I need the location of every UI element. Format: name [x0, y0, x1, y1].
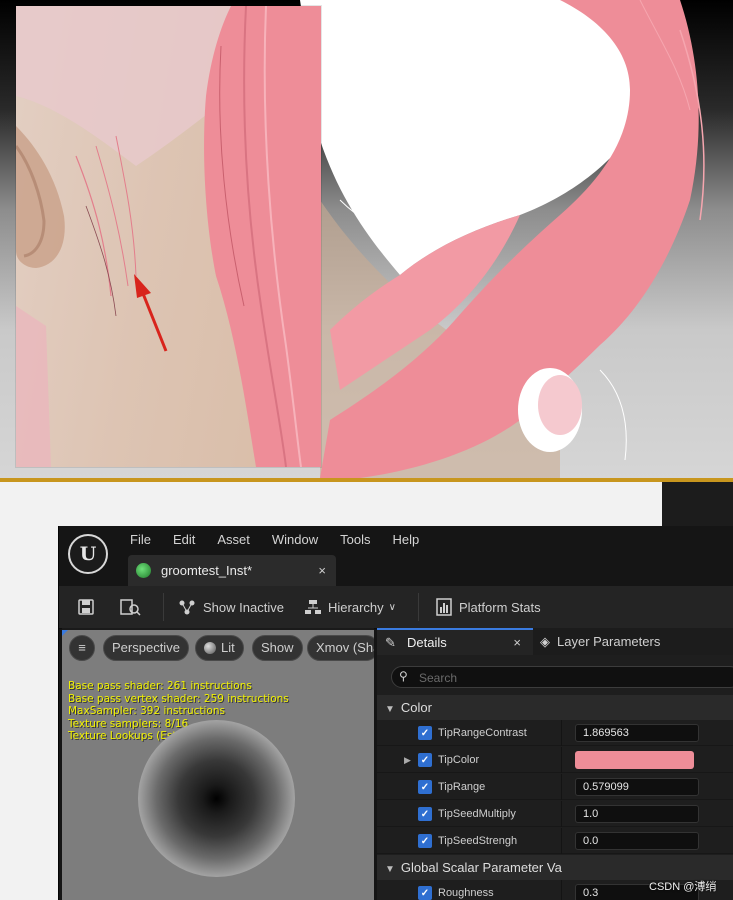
menu-tools[interactable]: Tools [329, 526, 381, 554]
details-tab-label: Details [407, 635, 447, 650]
search-icon: ⚲ [399, 669, 408, 683]
show-inactive-label: Show Inactive [203, 599, 284, 615]
asset-tab[interactable]: groomtest_Inst* × [128, 555, 336, 586]
override-checkbox[interactable]: ✓ [418, 753, 432, 767]
column-divider [561, 828, 562, 854]
nodes-icon [179, 600, 195, 615]
toolbar: Show Inactive Hierarchy ∨ Platform Stats [59, 586, 733, 629]
column-divider [561, 774, 562, 800]
chevron-down-icon: ∨ [388, 601, 396, 613]
menu-file[interactable]: File [119, 526, 162, 554]
details-body: ⚲ ▼ Color ✓ TipRangeContrast 1.869563 ▶ ✓… [377, 655, 733, 900]
layers-icon: ◈ [540, 634, 550, 649]
lit-button[interactable]: Lit [195, 635, 244, 661]
asset-tab-bar: groomtest_Inst* × [59, 554, 733, 586]
param-row-tip-seed-multiply: ✓ TipSeedMultiply 1.0 [377, 801, 733, 827]
expand-arrow-icon[interactable]: ▶ [404, 747, 411, 773]
menu-asset[interactable]: Asset [206, 526, 261, 554]
viewport-focus-marker [62, 630, 68, 636]
stat-line: Texture samplers: 8/16 [68, 717, 189, 730]
menu-bar: File Edit Asset Window Tools Help [119, 526, 430, 554]
stat-line: MaxSampler: 392 instructions [68, 705, 225, 717]
param-row-tip-seed-strengh: ✓ TipSeedStrengh 0.0 [377, 828, 733, 854]
category-label: Global Scalar Parameter Va [400, 860, 562, 875]
hierarchy-dropdown[interactable]: Hierarchy ∨ [305, 586, 396, 628]
category-global-scalar[interactable]: ▼ Global Scalar Parameter Va [377, 855, 733, 880]
stat-line: Base pass shader: 261 instructions [68, 680, 252, 692]
param-value-field[interactable]: 1.869563 [575, 724, 699, 742]
column-divider [561, 747, 562, 773]
override-checkbox[interactable]: ✓ [418, 834, 432, 848]
stat-line: Base pass vertex shader: 259 instruction… [68, 692, 289, 705]
save-button[interactable] [77, 586, 95, 628]
param-row-tip-color: ▶ ✓ TipColor [377, 747, 733, 773]
perspective-button[interactable]: Perspective [103, 635, 189, 661]
toolbar-separator [163, 593, 164, 621]
close-tab-button[interactable]: × [318, 555, 326, 586]
lit-label: Lit [221, 640, 235, 655]
column-divider [561, 801, 562, 827]
menu-help[interactable]: Help [381, 526, 430, 554]
platform-stats-button[interactable]: Platform Stats [436, 586, 541, 628]
show-inactive-button[interactable]: Show Inactive [178, 586, 284, 628]
save-icon [78, 599, 94, 615]
platform-stats-icon [436, 598, 452, 616]
layer-parameters-tab[interactable]: ◈ Layer Parameters [540, 628, 660, 655]
background-dark-corner [662, 482, 733, 526]
hierarchy-label: Hierarchy [328, 599, 384, 615]
param-name: Roughness [438, 887, 494, 899]
category-color[interactable]: ▼ Color [377, 695, 733, 720]
material-instance-editor: U File Edit Asset Window Tools Help groo… [58, 526, 733, 900]
layer-parameters-label: Layer Parameters [557, 634, 661, 649]
browse-button[interactable] [119, 586, 141, 628]
override-checkbox[interactable]: ✓ [418, 886, 432, 900]
color-swatch[interactable] [575, 751, 694, 769]
menu-window[interactable]: Window [261, 526, 329, 554]
platform-stats-label: Platform Stats [459, 599, 541, 615]
preview-mesh-sphere [138, 720, 295, 877]
details-tab[interactable]: ✎ Details × [377, 628, 533, 655]
toolbar-separator [418, 593, 419, 621]
viewport-options-button[interactable]: ≡ [69, 635, 95, 661]
column-divider [561, 880, 562, 900]
browse-asset-icon [120, 599, 141, 616]
param-name: TipRangeContrast [438, 727, 527, 739]
xmov-button[interactable]: Xmov (Sha [307, 635, 374, 661]
closeup-inset-image [16, 6, 321, 467]
material-instance-icon [136, 563, 151, 578]
watermark-text: CSDN @溥绡 [649, 881, 717, 893]
param-value-field[interactable]: 1.0 [575, 805, 699, 823]
param-row-tip-range: ✓ TipRange 0.579099 [377, 774, 733, 800]
preview-viewport[interactable]: ≡ Perspective Lit Show Xmov (Sha Base pa… [62, 628, 374, 900]
details-search: ⚲ [391, 666, 733, 688]
hamburger-menu-icon: ≡ [78, 640, 86, 655]
param-name: TipColor [438, 754, 480, 766]
hair-render-screenshot [0, 0, 733, 482]
details-panel: ✎ Details × ◈ Layer Parameters ⚲ ▼ Color ✓… [377, 628, 733, 900]
lit-sphere-icon [204, 642, 216, 654]
show-button[interactable]: Show [252, 635, 303, 661]
param-name: TipSeedStrengh [438, 835, 518, 847]
category-label: Color [400, 700, 432, 715]
column-divider [561, 720, 562, 746]
menu-edit[interactable]: Edit [162, 526, 206, 554]
param-value-field[interactable]: 0.579099 [575, 778, 699, 796]
param-row-tip-range-contrast: ✓ TipRangeContrast 1.869563 [377, 720, 733, 746]
search-input[interactable] [417, 668, 721, 688]
override-checkbox[interactable]: ✓ [418, 726, 432, 740]
override-checkbox[interactable]: ✓ [418, 780, 432, 794]
close-details-tab-button[interactable]: × [513, 630, 521, 655]
param-name: TipRange [438, 781, 486, 793]
collapse-arrow-icon: ▼ [385, 864, 395, 875]
asset-tab-label: groomtest_Inst* [161, 563, 253, 578]
param-value-field[interactable]: 0.0 [575, 832, 699, 850]
hierarchy-icon [305, 600, 321, 614]
collapse-arrow-icon: ▼ [385, 704, 395, 715]
override-checkbox[interactable]: ✓ [418, 807, 432, 821]
param-name: TipSeedMultiply [438, 808, 516, 820]
pencil-icon: ✎ [385, 635, 396, 650]
